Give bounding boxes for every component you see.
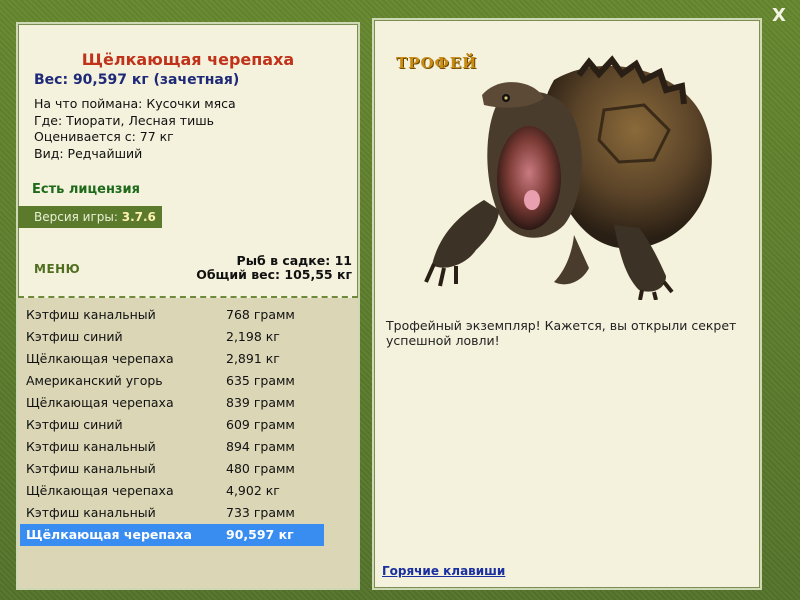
catch-row-name: Американский угорь bbox=[26, 373, 163, 388]
total-weight: Общий вес: 105,55 кг bbox=[196, 267, 352, 282]
game-version-value: 3.7.6 bbox=[121, 210, 156, 224]
license-status: Есть лицензия bbox=[32, 182, 140, 197]
keepnet-stats: Рыб в садке: 11 Общий вес: 105,55 кг bbox=[196, 254, 352, 282]
catch-row[interactable]: Кэтфиш канальный 480 грамм bbox=[20, 458, 324, 480]
catch-row[interactable]: Щёлкающая черепаха 90,597 кг bbox=[20, 524, 324, 546]
fish-details: На что поймана: Кусочки мяса Где: Тиорат… bbox=[34, 96, 236, 162]
catch-row-name: Кэтфиш синий bbox=[26, 417, 123, 432]
catch-row[interactable]: Щёлкающая черепаха 4,902 кг bbox=[20, 480, 324, 502]
catch-row[interactable]: Кэтфиш канальный 768 грамм bbox=[20, 304, 324, 326]
fish-bait: На что поймана: Кусочки мяса bbox=[34, 96, 236, 111]
trophy-label: ТРОФЕЙ bbox=[396, 54, 478, 72]
catch-row[interactable]: Американский угорь 635 грамм bbox=[20, 370, 324, 392]
catch-row[interactable]: Кэтфиш синий 2,198 кг bbox=[20, 326, 324, 348]
snapping-turtle-image bbox=[424, 55, 712, 300]
catch-row-name: Щёлкающая черепаха bbox=[26, 351, 174, 366]
catch-list-area: Кэтфиш канальный 768 грамм Кэтфиш синий 2,1… bbox=[18, 298, 358, 588]
catch-row[interactable]: Кэтфиш канальный 894 грамм bbox=[20, 436, 324, 458]
game-version: Версия игры: 3.7.6 bbox=[18, 206, 162, 228]
catch-row[interactable]: Кэтфиш синий 609 грамм bbox=[20, 414, 324, 436]
catch-info-panel: Щёлкающая черепаха Вес: 90,597 кг (зачет… bbox=[16, 22, 360, 590]
catch-row-name: Кэтфиш канальный bbox=[26, 461, 156, 476]
catch-row[interactable]: Кэтфиш канальный 733 грамм bbox=[20, 502, 324, 524]
catch-row-name: Кэтфиш канальный bbox=[26, 307, 156, 322]
catch-row[interactable]: Щёлкающая черепаха 2,891 кг bbox=[20, 348, 324, 370]
catch-row-name: Щёлкающая черепаха bbox=[26, 483, 174, 498]
hotkeys-link[interactable]: Горячие клавиши bbox=[382, 564, 505, 578]
catch-row-name: Щёлкающая черепаха bbox=[26, 527, 192, 542]
fish-weight: Вес: 90,597 кг (зачетная) bbox=[34, 72, 240, 88]
catch-row-name: Кэтфиш канальный bbox=[26, 505, 156, 520]
game-version-label: Версия игры: bbox=[34, 210, 118, 224]
catch-row-name: Кэтфиш канальный bbox=[26, 439, 156, 454]
catch-row-weight: 2,198 кг bbox=[226, 329, 280, 344]
catch-row-name: Кэтфиш синий bbox=[26, 329, 123, 344]
trophy-panel: ТРОФЕЙ Трофейный экземпляр! Кажется, вы … bbox=[372, 18, 762, 590]
catch-row-weight: 894 грамм bbox=[226, 439, 295, 454]
catch-row-weight: 733 грамм bbox=[226, 505, 295, 520]
catch-row-weight: 768 грамм bbox=[226, 307, 295, 322]
catch-list: Кэтфиш канальный 768 грамм Кэтфиш синий 2,1… bbox=[20, 304, 324, 546]
catch-row[interactable]: Щёлкающая черепаха 839 грамм bbox=[20, 392, 324, 414]
catch-row-weight: 839 грамм bbox=[226, 395, 295, 410]
fish-valued-from: Оценивается с: 77 кг bbox=[34, 129, 174, 144]
catch-row-weight: 4,902 кг bbox=[226, 483, 280, 498]
fish-rarity: Вид: Редчайший bbox=[34, 145, 143, 161]
close-icon[interactable]: X bbox=[768, 5, 790, 27]
catch-row-weight: 90,597 кг bbox=[226, 527, 294, 542]
catch-row-name: Щёлкающая черепаха bbox=[26, 395, 174, 410]
fish-title: Щёлкающая черепаха bbox=[81, 50, 295, 69]
catch-row-weight: 2,891 кг bbox=[226, 351, 280, 366]
catch-row-weight: 480 грамм bbox=[226, 461, 295, 476]
catch-row-weight: 635 грамм bbox=[226, 373, 295, 388]
catch-row-weight: 609 грамм bbox=[226, 417, 295, 432]
trophy-description: Трофейный экземпляр! Кажется, вы открыли… bbox=[386, 318, 737, 348]
fish-count: Рыб в садке: 11 bbox=[236, 253, 352, 268]
fish-place: Где: Тиорати, Лесная тишь bbox=[34, 112, 214, 128]
menu-button[interactable]: МЕНЮ bbox=[34, 262, 80, 276]
